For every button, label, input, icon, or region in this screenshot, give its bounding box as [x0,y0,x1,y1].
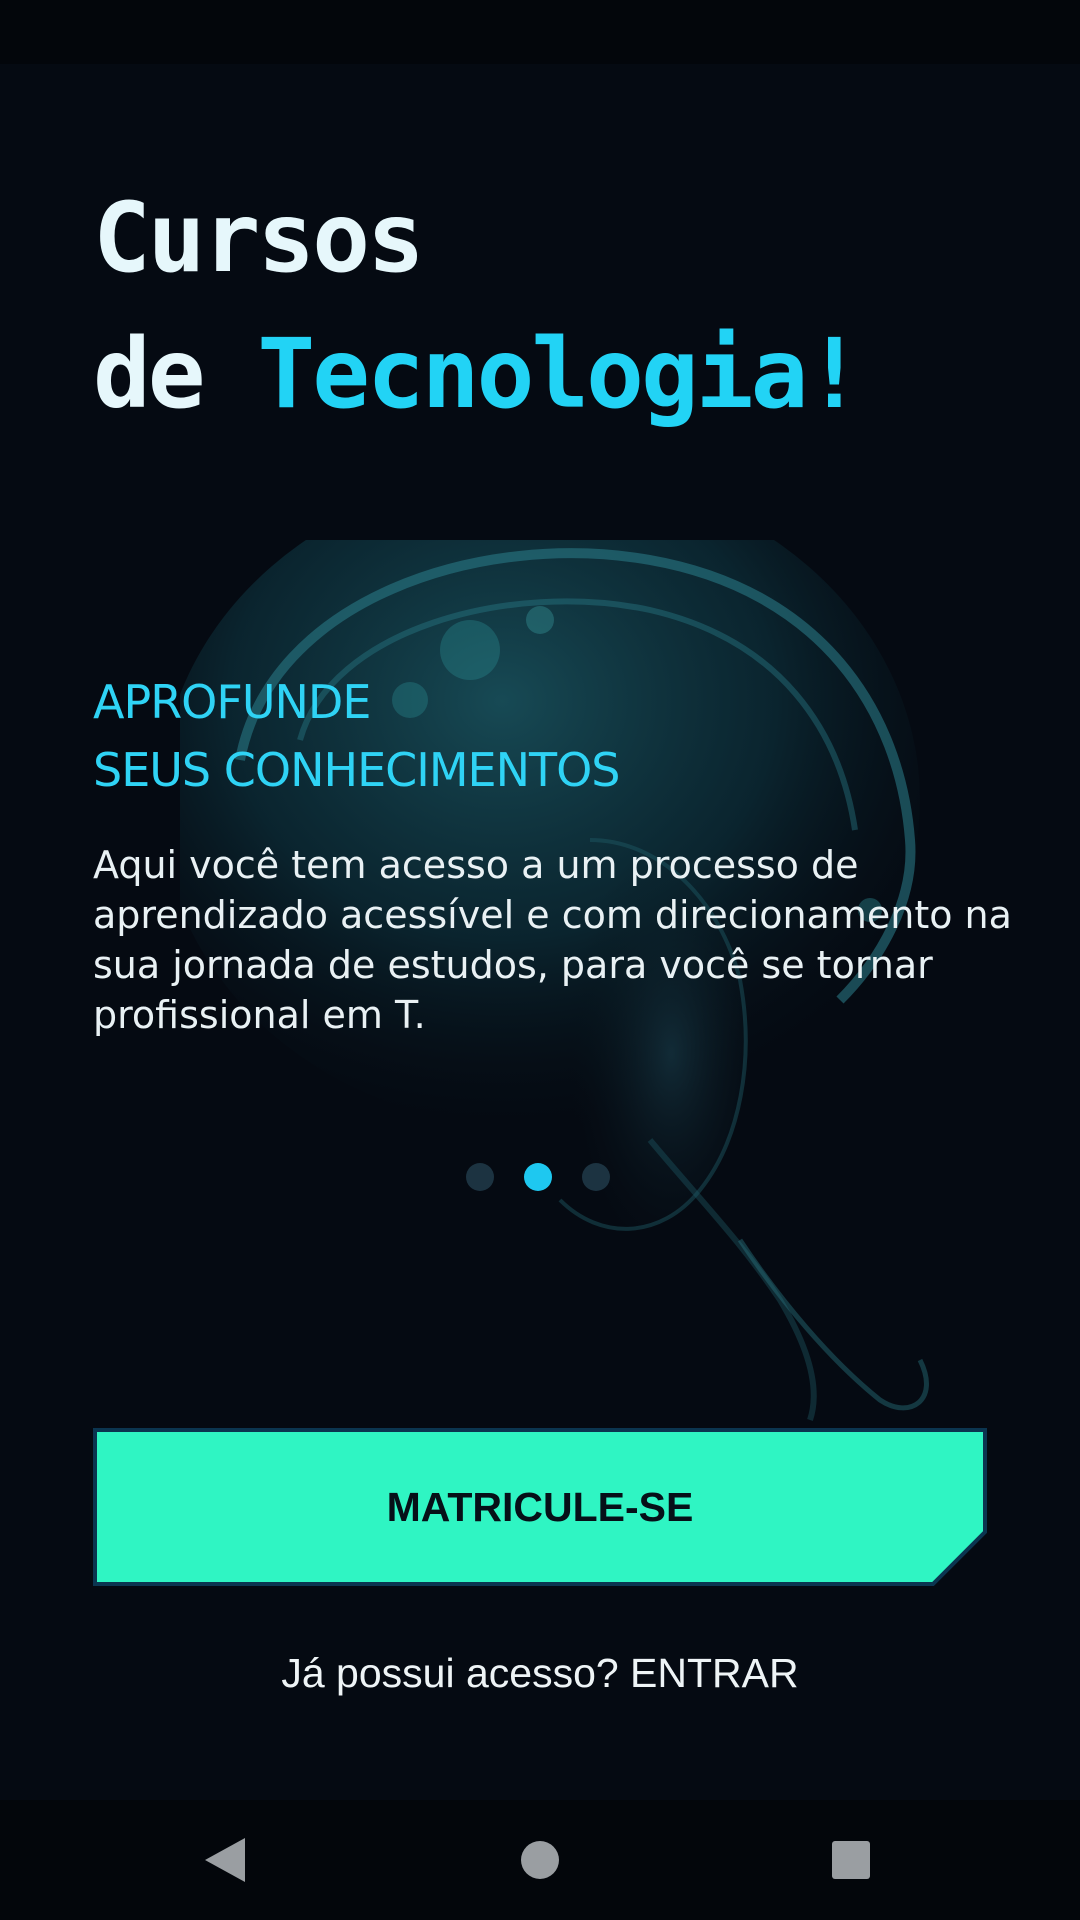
login-link[interactable]: Já possui acesso? ENTRAR [0,1650,1080,1697]
title-line-2-prefix: de [93,318,258,430]
carousel-dot-2-active[interactable] [524,1163,552,1191]
page-title: Cursos de Tecnologia! [93,170,863,442]
slide-description: Aqui você tem acesso a um processo de ap… [93,843,1012,1037]
back-triangle-icon[interactable] [190,1825,260,1895]
status-bar [0,0,1080,64]
home-circle-icon[interactable] [505,1825,575,1895]
slide-heading: APROFUNDE SEUS CONHECIMENTOS [93,668,620,804]
carousel-dot-1[interactable] [466,1163,494,1191]
enroll-button[interactable]: MATRICULE-SE [93,1428,987,1586]
title-accent: Tecnologia! [257,318,863,430]
carousel-dot-3[interactable] [582,1163,610,1191]
slide-heading-line-1: APROFUNDE [93,675,371,729]
onboarding-screen: Cursos de Tecnologia! APROFUNDE SEUS CON… [0,0,1080,1920]
enroll-button-label: MATRICULE-SE [386,1483,694,1530]
carousel-indicator [466,1163,610,1191]
system-nav-bar [0,1800,1080,1920]
slide-heading-line-2: SEUS CONHECIMENTOS [93,743,620,797]
title-line-1: Cursos [93,182,425,294]
recents-square-icon[interactable] [816,1825,886,1895]
